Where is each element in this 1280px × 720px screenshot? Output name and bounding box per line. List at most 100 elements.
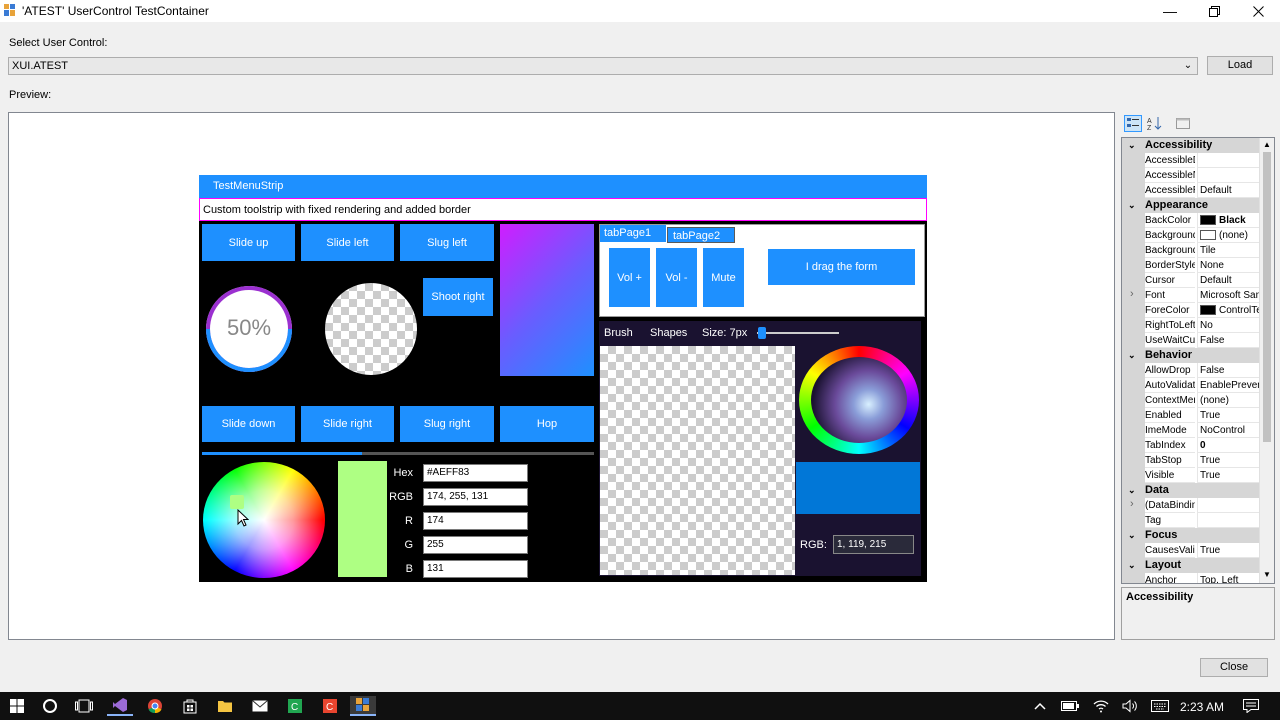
property-value[interactable]	[1197, 168, 1259, 183]
property-row[interactable]: BackgroundImageLayout Tile	[1122, 243, 1259, 258]
property-row[interactable]: ContextMenuStrip (none)	[1122, 393, 1259, 408]
property-value[interactable]: Black	[1197, 213, 1259, 228]
drag-form-button[interactable]: I drag the form	[768, 249, 915, 285]
file-explorer-taskbar-item[interactable]	[212, 696, 238, 716]
cortana-button[interactable]	[37, 696, 63, 716]
load-button[interactable]: Load	[1207, 56, 1273, 75]
property-value[interactable]: True	[1197, 543, 1259, 558]
property-row[interactable]: Visible True	[1122, 468, 1259, 483]
property-value[interactable]: NoControl	[1197, 423, 1259, 438]
color-wheel[interactable]	[203, 462, 325, 578]
b-field[interactable]: 131	[423, 560, 528, 578]
property-row[interactable]: AllowDrop False	[1122, 363, 1259, 378]
mute-button[interactable]: Mute	[703, 248, 744, 307]
store-taskbar-item[interactable]	[177, 696, 203, 716]
property-value[interactable]: 0	[1197, 438, 1259, 453]
close-window-button[interactable]	[1236, 0, 1280, 22]
property-row[interactable]: Enabled True	[1122, 408, 1259, 423]
tab-page1[interactable]: tabPage1	[600, 225, 666, 242]
hop-button[interactable]: Hop	[500, 406, 594, 442]
property-row[interactable]: AccessibleDescription	[1122, 153, 1259, 168]
r-field[interactable]: 174	[423, 512, 528, 530]
property-row[interactable]: BackColor Black	[1122, 213, 1259, 228]
property-value[interactable]: Default	[1197, 183, 1259, 198]
chrome-taskbar-item[interactable]	[142, 696, 168, 716]
restore-button[interactable]	[1192, 0, 1236, 22]
property-value[interactable]	[1197, 153, 1259, 168]
collapse-chevron-icon[interactable]: ⌄	[1128, 348, 1136, 363]
property-row[interactable]: Tag	[1122, 513, 1259, 528]
property-row[interactable]: UseWaitCursor False	[1122, 333, 1259, 348]
categorized-view-button[interactable]	[1124, 115, 1142, 132]
property-value[interactable]: Microsoft Sans Serif	[1197, 288, 1259, 303]
menu-strip[interactable]: TestMenuStrip	[199, 175, 927, 198]
task-view-button[interactable]	[71, 696, 97, 716]
volume-down-button[interactable]: Vol -	[656, 248, 697, 307]
property-row[interactable]: AccessibleRole Default	[1122, 183, 1259, 198]
title-bar[interactable]: 'ATEST' UserControl TestContainer —	[0, 0, 1280, 22]
scroll-down-icon[interactable]: ▼	[1263, 570, 1271, 579]
start-button[interactable]	[4, 696, 30, 716]
hex-field[interactable]: #AEFF83	[423, 464, 528, 482]
property-value[interactable]	[1197, 498, 1259, 513]
slug-left-button[interactable]: Slug left	[400, 224, 494, 261]
color-wheel-2[interactable]	[797, 346, 920, 454]
property-value[interactable]: True	[1197, 453, 1259, 468]
scroll-up-icon[interactable]: ▲	[1263, 140, 1271, 149]
property-value[interactable]: True	[1197, 408, 1259, 423]
property-value[interactable]: Default	[1197, 273, 1259, 288]
property-pages-button[interactable]	[1175, 116, 1191, 131]
close-button[interactable]: Close	[1200, 658, 1268, 677]
property-value[interactable]: EnablePreventFocusChange	[1197, 378, 1259, 393]
property-category[interactable]: ⌄ Behavior	[1122, 348, 1259, 363]
keyboard-button[interactable]	[1147, 696, 1173, 716]
alphabetical-view-button[interactable]: AZ	[1146, 115, 1164, 132]
property-row[interactable]: ForeColor ControlText	[1122, 303, 1259, 318]
rgb-field-2[interactable]: 1, 119, 215	[833, 535, 914, 554]
collapse-chevron-icon[interactable]: ⌄	[1128, 558, 1136, 573]
property-row[interactable]: › (DataBindings)	[1122, 498, 1259, 513]
property-row[interactable]: › Font Microsoft Sans Serif	[1122, 288, 1259, 303]
tab-page2[interactable]: tabPage2	[667, 227, 735, 243]
property-value[interactable]: (none)	[1197, 393, 1259, 408]
property-value[interactable]: True	[1197, 468, 1259, 483]
property-value[interactable]: False	[1197, 363, 1259, 378]
user-control-combo[interactable]: XUI.ATEST ⌄	[8, 57, 1198, 75]
volume-up-button[interactable]: Vol +	[609, 248, 650, 307]
expand-chevron-icon[interactable]: ›	[1130, 288, 1134, 300]
visual-studio-taskbar-item[interactable]	[107, 696, 133, 716]
brush-menu[interactable]: Brush	[604, 327, 633, 339]
battery-button[interactable]	[1057, 696, 1083, 716]
scrollbar-thumb[interactable]	[1263, 152, 1271, 442]
property-category[interactable]: ⌄ Accessibility	[1122, 138, 1259, 153]
action-center-button[interactable]	[1238, 696, 1264, 716]
property-row[interactable]: ImeMode NoControl	[1122, 423, 1259, 438]
rgb-field[interactable]: 174, 255, 131	[423, 488, 528, 506]
property-category[interactable]: ⌄ Appearance	[1122, 198, 1259, 213]
property-value[interactable]: No	[1197, 318, 1259, 333]
slide-up-button[interactable]: Slide up	[202, 224, 295, 261]
property-value[interactable]: Tile	[1197, 243, 1259, 258]
mail-taskbar-item[interactable]	[247, 696, 273, 716]
expand-chevron-icon[interactable]: ›	[1130, 498, 1134, 510]
property-row[interactable]: CausesValidation True	[1122, 543, 1259, 558]
property-value[interactable]: ControlText	[1197, 303, 1259, 318]
app-green-taskbar-item[interactable]: C	[282, 696, 308, 716]
g-field[interactable]: 255	[423, 536, 528, 554]
property-value[interactable]: None	[1197, 258, 1259, 273]
clock[interactable]: 2:23 AM	[1180, 700, 1224, 714]
property-row[interactable]: TabStop True	[1122, 453, 1259, 468]
property-row[interactable]: RightToLeft No	[1122, 318, 1259, 333]
test-container-taskbar-item[interactable]	[350, 696, 376, 716]
paint-canvas[interactable]	[600, 346, 795, 575]
slide-right-button[interactable]: Slide right	[301, 406, 394, 442]
minimize-button[interactable]: —	[1148, 0, 1192, 22]
property-category[interactable]: ⌄ Data	[1122, 483, 1259, 498]
slug-right-button[interactable]: Slug right	[400, 406, 494, 442]
property-category[interactable]: ⌄ Layout	[1122, 558, 1259, 573]
property-row[interactable]: AccessibleName	[1122, 168, 1259, 183]
collapse-chevron-icon[interactable]: ⌄	[1128, 483, 1136, 498]
collapse-chevron-icon[interactable]: ⌄	[1128, 198, 1136, 213]
shapes-menu[interactable]: Shapes	[650, 327, 687, 339]
shoot-right-button[interactable]: Shoot right	[423, 278, 493, 316]
